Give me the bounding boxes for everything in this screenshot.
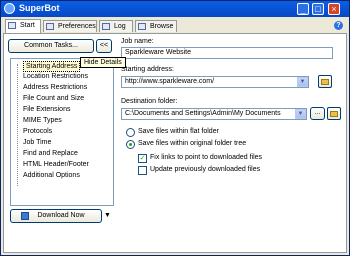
fix-links-label: Fix links to point to downloaded files (150, 154, 263, 161)
tab-bar: Start Preferences Log Browse ? (3, 19, 347, 33)
job-name-input[interactable]: Sparkleware Website (121, 47, 333, 59)
download-now-label: Download Now (37, 212, 85, 219)
help-icon[interactable]: ? (334, 21, 343, 30)
browse-icon (138, 23, 146, 30)
tab-log-label: Log (114, 23, 126, 30)
list-item-location-restrictions[interactable]: Location Restrictions (23, 72, 88, 81)
window-title: SuperBot (19, 3, 60, 13)
radio-flat-folder-label: Save files within flat folder (138, 128, 219, 135)
options-list: Starting Address Location Restrictions A… (10, 58, 114, 206)
list-item-additional-options[interactable]: Additional Options (23, 171, 80, 180)
destination-folder-label: Destination folder: (121, 98, 178, 105)
update-downloaded-checkbox[interactable] (138, 166, 147, 175)
preferences-icon (46, 23, 54, 30)
globe-icon (8, 22, 16, 29)
house-icon (321, 79, 329, 85)
app-icon (4, 3, 15, 14)
list-item-file-extensions[interactable]: File Extensions (23, 105, 70, 114)
start-panel: Common Tasks... << Starting Address Loca… (3, 33, 347, 253)
tab-start-label: Start (20, 22, 35, 29)
common-tasks-button[interactable]: Common Tasks... (8, 39, 94, 53)
radio-original-tree[interactable] (126, 140, 135, 149)
download-now-button[interactable]: Download Now (10, 209, 102, 223)
tab-log[interactable]: Log (99, 20, 133, 32)
tab-browse[interactable]: Browse (135, 20, 177, 32)
list-item-file-count-size[interactable]: File Count and Size (23, 94, 84, 103)
tab-browse-label: Browse (150, 23, 174, 30)
tab-preferences[interactable]: Preferences (43, 20, 97, 32)
title-bar: SuperBot _ □ × (1, 1, 349, 17)
list-item-find-replace[interactable]: Find and Replace (23, 149, 78, 158)
job-name-label: Job name: (121, 38, 154, 45)
list-item-address-restrictions[interactable]: Address Restrictions (23, 83, 87, 92)
download-icon (21, 212, 29, 220)
update-downloaded-label: Update previously downloaded files (150, 166, 261, 173)
list-item-starting-address[interactable]: Starting Address (23, 61, 81, 72)
list-item-mime-types[interactable]: MIME Types (23, 116, 62, 125)
tree-line (17, 64, 19, 186)
folder-icon (330, 111, 338, 117)
download-dropdown-arrow[interactable]: ▼ (104, 212, 111, 219)
open-folder-button[interactable] (327, 107, 341, 120)
log-icon (102, 23, 110, 30)
fix-links-checkbox[interactable]: ✓ (138, 154, 147, 163)
list-item-job-time[interactable]: Job Time (23, 138, 51, 147)
starting-address-combobox[interactable]: http://www.sparkleware.com/ (121, 76, 309, 88)
destination-folder-combobox[interactable]: C:\Documents and Settings\Admin\My Docum… (121, 108, 307, 120)
destination-dropdown-button[interactable]: ▼ (295, 109, 306, 119)
list-item-html-header-footer[interactable]: HTML Header/Footer (23, 160, 89, 169)
close-button[interactable]: × (328, 3, 340, 15)
starting-address-dropdown-button[interactable]: ▼ (297, 77, 308, 87)
starting-address-action-button[interactable] (318, 75, 332, 88)
destination-browse-button[interactable]: ... (310, 107, 325, 120)
hide-details-button[interactable]: << (96, 39, 112, 53)
tab-preferences-label: Preferences (58, 23, 96, 30)
tab-start[interactable]: Start (5, 19, 41, 33)
radio-flat-folder[interactable] (126, 128, 135, 137)
hide-details-tooltip: Hide Details (80, 57, 126, 68)
app-window: SuperBot _ □ × Start Preferences Log Bro… (0, 0, 350, 256)
list-item-protocols[interactable]: Protocols (23, 127, 52, 136)
starting-address-label: Starting address: (121, 66, 174, 73)
radio-original-tree-label: Save files within original folder tree (138, 140, 247, 147)
maximize-button[interactable]: □ (312, 3, 324, 15)
minimize-button[interactable]: _ (297, 3, 309, 15)
